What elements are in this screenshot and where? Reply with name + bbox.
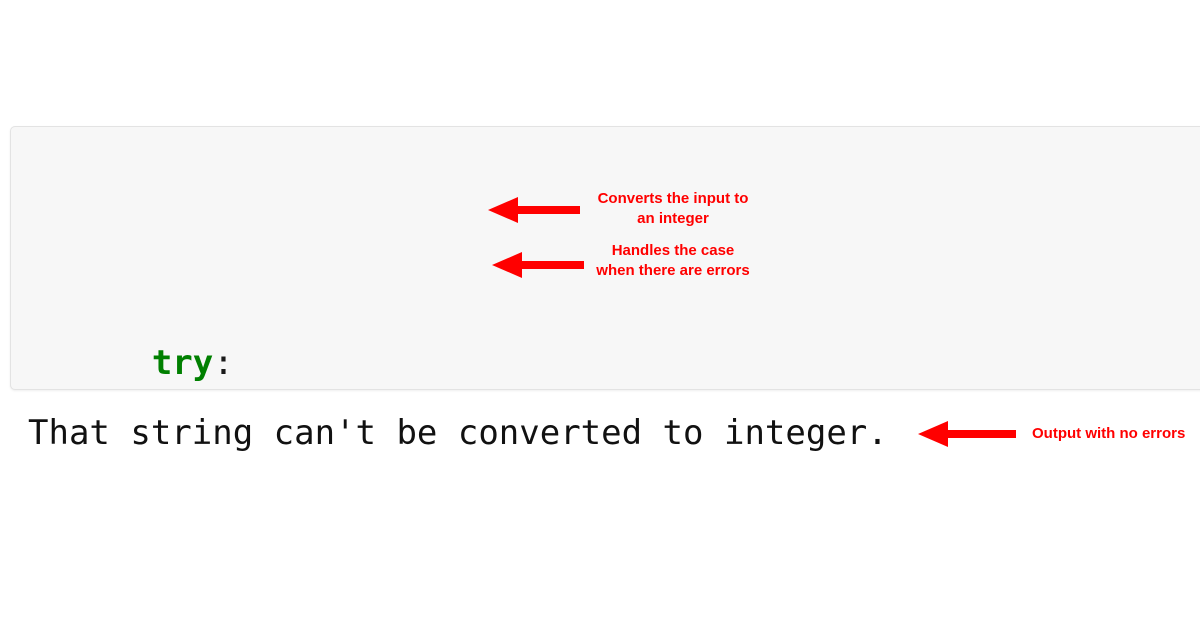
program-output-text: That string can't be converted to intege… bbox=[28, 413, 888, 453]
annotation-convert-input: Converts the input to an integer bbox=[597, 190, 749, 227]
annotation-arrow-handles-errors-icon bbox=[492, 252, 584, 278]
token-keyword-try: try bbox=[151, 343, 214, 383]
annotation-handles-errors: Handles the case when there are errors bbox=[596, 242, 750, 279]
annotation-output-no-errors: Output with no errors bbox=[1032, 425, 1186, 442]
annotation-arrow-convert-input-icon bbox=[488, 197, 580, 223]
annotation-arrow-output-no-errors-icon bbox=[918, 421, 1016, 447]
token-colon-try: : bbox=[213, 343, 234, 383]
code-line-1: try: bbox=[29, 290, 1155, 389]
